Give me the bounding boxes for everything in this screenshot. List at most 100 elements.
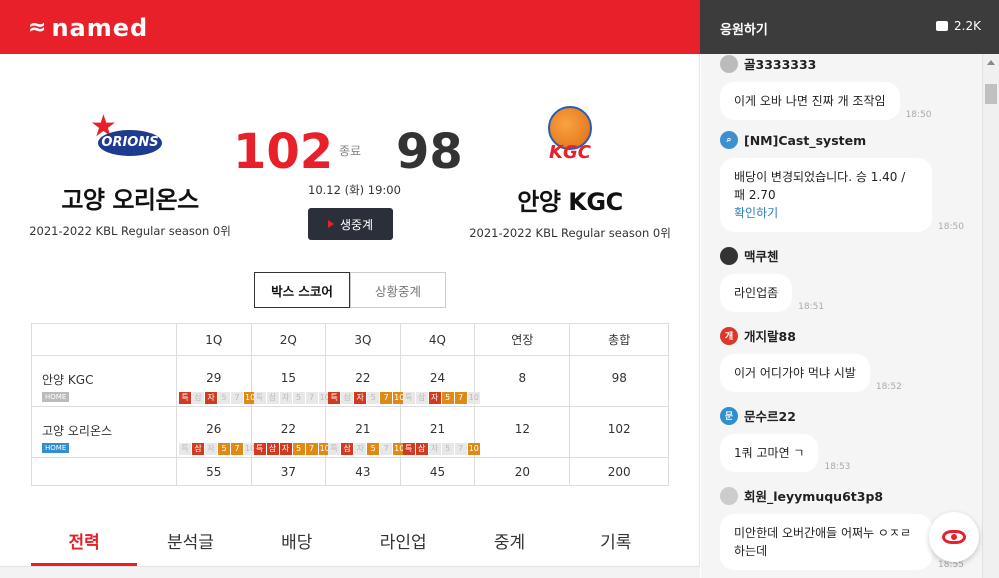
chat-user[interactable]: 골3333333 — [720, 54, 975, 73]
chat-text: 배당이 변경되었습니다. 승 1.40 / 패 2.70 — [734, 170, 906, 202]
team-cell: 안양 KGC HOME — [31, 355, 177, 407]
confirm-link[interactable]: 확인하기 — [734, 204, 918, 222]
tab-records[interactable]: 기록 — [563, 514, 669, 566]
stat-marker: 5 — [441, 443, 454, 455]
stat-marker: 삼 — [266, 392, 279, 404]
quarter-markers: 특 삼 자 5 7 10 — [402, 392, 480, 404]
chat-time: 18:51 — [798, 302, 825, 312]
chat-header: 응원하기 2.2K — [700, 0, 999, 54]
stat-marker: 자 — [279, 392, 292, 404]
stat-marker: 5 — [218, 443, 230, 455]
stat-marker: 자 — [428, 443, 441, 455]
away-team-name[interactable]: 고양 오리온스 — [20, 180, 240, 215]
total-cell: 102 — [569, 406, 669, 458]
quarter-markers: 특 삼 자 5 7 10 — [328, 392, 406, 404]
chat-viewer-count: 2.2K — [936, 19, 981, 33]
stat-marker: 5 — [292, 443, 305, 455]
game-datetime: 10.12 (화) 19:00 — [308, 183, 401, 197]
stat-marker: 특 — [328, 392, 341, 404]
stat-marker: 특 — [179, 443, 191, 455]
scroll-thumb[interactable] — [985, 84, 997, 104]
logo-mark-icon: ≈ — [28, 15, 48, 40]
chat-user[interactable]: 개 개지랄88 — [720, 326, 975, 345]
chat-message: 골3333333 이게 오바 나면 진짜 개 조작임 18:50 — [720, 54, 975, 120]
scroll-up-icon[interactable] — [987, 60, 995, 65]
quarter-cell: 26 특 삼 자 5 7 10 — [176, 406, 257, 458]
avatar — [720, 54, 738, 73]
avatar — [720, 246, 738, 265]
score-value: 22 — [355, 371, 371, 385]
stat-marker: 자 — [279, 443, 292, 455]
overtime-cell: 12 — [474, 406, 571, 458]
tab-analysis[interactable]: 분석글 — [137, 514, 243, 566]
chat-time: 18:52 — [875, 382, 902, 392]
chat-username: [NM]Cast_system — [744, 132, 867, 148]
tab-box-score[interactable]: 박스 스코어 — [254, 272, 350, 308]
home-score: 98 — [396, 124, 463, 180]
chat-username: 골3333333 — [744, 57, 817, 72]
stat-marker: 자 — [205, 443, 217, 455]
stat-marker: 5 — [441, 392, 454, 404]
quarter-markers: 특 삼 자 5 7 10 — [179, 392, 257, 404]
search-icon: ⌕ — [720, 131, 738, 149]
chat-user[interactable]: 맥쿠첸 — [720, 246, 975, 265]
quarter-cell: 22 특 삼 자 5 7 10 — [250, 406, 331, 458]
watch-button[interactable] — [929, 512, 979, 562]
quarter-markers: 특 삼 자 5 7 10 — [402, 443, 480, 455]
tab-broadcast[interactable]: 중계 — [456, 514, 562, 566]
tab-divider — [0, 566, 700, 578]
score-value: 22 — [280, 422, 296, 436]
overtime-cell: 8 — [474, 355, 571, 407]
away-team-season: 2021-2022 KBL Regular season 0위 — [29, 224, 231, 238]
header-cell: 연장 — [474, 323, 571, 356]
home-team-name[interactable]: 안양 KGC — [460, 182, 680, 217]
tab-power[interactable]: 전력 — [31, 514, 138, 566]
table-header-row: 1Q 2Q 3Q 4Q 연장 총합 — [31, 323, 669, 356]
chat-time: 18:53 — [824, 462, 851, 472]
totals-label-cell — [31, 457, 177, 486]
named-logo[interactable]: ≈ named — [28, 14, 148, 42]
chat-bubble: 이게 오바 나면 진짜 개 조작임 — [720, 82, 900, 120]
score-value: 29 — [206, 371, 222, 385]
stat-marker: 삼 — [192, 392, 204, 404]
top-bar: ≈ named — [0, 0, 700, 54]
stat-marker: 7 — [380, 392, 393, 404]
score-value: 15 — [280, 371, 296, 385]
stat-marker: 7 — [231, 443, 243, 455]
team-name: 고양 오리온스 — [42, 424, 113, 438]
header-cell — [31, 323, 177, 356]
chat-user[interactable]: ⌕ [NM]Cast_system — [720, 131, 975, 149]
chat-message: 문 문수르22 1쿼 고마연 ㄱ 18:53 — [720, 406, 975, 472]
chat-user[interactable]: 문 문수르22 — [720, 406, 975, 425]
tab-lineup[interactable]: 라인업 — [350, 514, 456, 566]
avatar — [720, 486, 738, 505]
kgc-logo-text: KGC — [549, 142, 591, 163]
tab-odds[interactable]: 배당 — [244, 514, 350, 566]
chat-bubble: 배당이 변경되었습니다. 승 1.40 / 패 2.70 확인하기 — [720, 158, 932, 232]
stat-marker: 5 — [367, 392, 380, 404]
home-badge: HOME — [42, 392, 70, 402]
score-value: 24 — [429, 371, 446, 385]
quarter-cell: 21 특 삼 자 5 7 10 — [399, 406, 480, 458]
total-cell: 43 — [325, 457, 401, 486]
total-cell: 200 — [569, 457, 669, 486]
header-cell: 2Q — [250, 323, 327, 356]
total-cell: 37 — [250, 457, 327, 486]
quarter-cell: 22 특 삼 자 5 7 10 — [325, 355, 406, 407]
chat-panel[interactable]: 골3333333 이게 오바 나면 진짜 개 조작임 18:50 ⌕ [NM]Cas… — [701, 54, 982, 578]
chat-time: 18:50 — [938, 222, 964, 232]
total-cell: 98 — [569, 355, 669, 407]
chat-user[interactable]: 회원_leyymuqu6t3p8 — [720, 486, 975, 505]
stat-marker: 자 — [428, 392, 441, 404]
chat-bubble: 라인업좀 — [720, 274, 793, 312]
logo-text: named — [51, 14, 149, 42]
tab-play-by-play[interactable]: 상황중계 — [350, 272, 446, 308]
home-team: KGC 안양 KGC 2021-2022 KBL Regular season … — [460, 104, 680, 241]
chat-count-text: 2.2K — [954, 19, 981, 33]
chat-bubble: 이거 어디가야 먹냐 시발 — [720, 354, 870, 392]
chat-username: 맥쿠첸 — [744, 249, 779, 264]
live-broadcast-button[interactable]: 생중계 — [308, 208, 393, 240]
chat-scrollbar[interactable] — [982, 54, 999, 578]
quarter-cell: 21 특 삼 자 5 7 10 — [325, 406, 406, 458]
stat-marker: 삼 — [415, 392, 428, 404]
